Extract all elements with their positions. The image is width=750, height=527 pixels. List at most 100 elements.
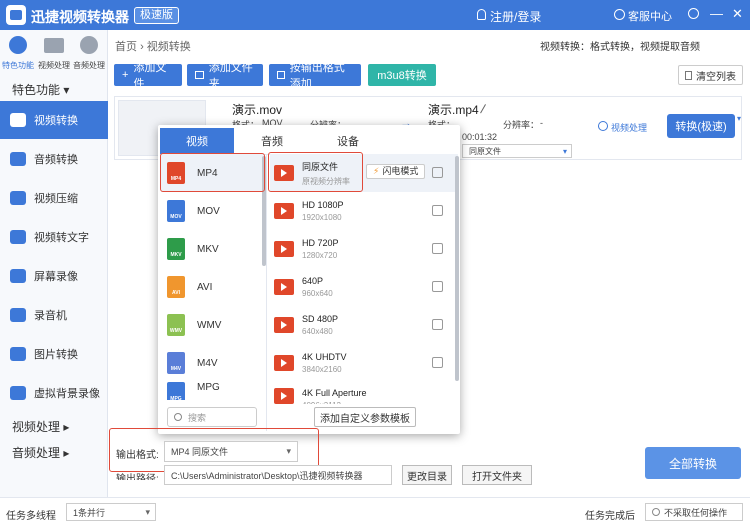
sidebar-item-video-to-text[interactable]: 视频转文字 bbox=[0, 218, 108, 256]
quality-item-480p[interactable]: SD 480P 640x480 bbox=[270, 306, 450, 344]
sidebar-item-virtual-bg[interactable]: 虚拟背景录像 bbox=[0, 374, 108, 412]
original-highlight bbox=[268, 152, 363, 192]
output-path-input[interactable]: C:\Users\Administrator\Desktop\迅捷视频转换器 bbox=[164, 465, 392, 485]
sidebar-item-screen-record[interactable]: 屏幕录像 bbox=[0, 257, 108, 295]
tab-device[interactable]: 设备 bbox=[310, 128, 386, 154]
edit-icon[interactable] bbox=[432, 205, 443, 216]
chevron-down-icon: ▾ bbox=[562, 146, 567, 156]
format-item-mov[interactable]: MOV MOV bbox=[161, 192, 264, 230]
film-strip-icon[interactable] bbox=[44, 38, 64, 53]
quality-item-720p[interactable]: HD 720P 1280x720 bbox=[270, 230, 450, 268]
chevron-right-icon: ▸ bbox=[63, 420, 70, 434]
plus-icon: + bbox=[122, 69, 129, 81]
chevron-down-icon: ▾ bbox=[145, 506, 150, 517]
format-item-avi[interactable]: AVI AVI bbox=[161, 268, 264, 306]
microphone-icon bbox=[10, 308, 26, 322]
add-folder-button[interactable]: 添加文件夹 bbox=[187, 62, 263, 90]
audio-process-tool-label[interactable]: 音频处理 bbox=[71, 60, 107, 71]
tab-video[interactable]: 视频 bbox=[160, 128, 234, 154]
mp4-highlight bbox=[160, 153, 265, 192]
video-convert-icon bbox=[10, 113, 26, 127]
quality-scrollbar[interactable] bbox=[455, 156, 459, 381]
login-link[interactable]: 注册/登录 bbox=[490, 8, 541, 25]
quality-item-640p[interactable]: 640P 960x640 bbox=[270, 268, 450, 306]
quality-item-4k-full[interactable]: 4K Full Aperture4096x3112 bbox=[270, 382, 450, 404]
convert-all-button[interactable]: 全部转换 bbox=[645, 447, 741, 479]
scissors-icon bbox=[598, 121, 608, 131]
add-file-button[interactable]: + 添加文件 bbox=[114, 62, 182, 90]
edit-icon[interactable] bbox=[432, 319, 443, 330]
quality-select[interactable]: 同原文件 ▾ bbox=[462, 144, 572, 158]
source-file-name: 演示.mov bbox=[232, 103, 283, 117]
edit-icon[interactable] bbox=[432, 167, 443, 178]
app-logo-icon bbox=[6, 5, 26, 25]
audio-convert-icon bbox=[10, 152, 26, 166]
after-task-select[interactable]: 不采取任何操作 bbox=[645, 503, 743, 521]
more-icon[interactable]: ▾ bbox=[737, 114, 744, 138]
block-icon bbox=[652, 508, 660, 516]
sidebar-item-image-convert[interactable]: 图片转换 bbox=[0, 335, 108, 373]
video-process-tool-label[interactable]: 视频处理 bbox=[36, 60, 72, 71]
star-icon[interactable] bbox=[9, 36, 27, 54]
clear-list-button[interactable]: 清空列表 bbox=[678, 65, 743, 85]
convert-button[interactable]: 转换(极速) bbox=[667, 114, 735, 138]
screen-record-icon bbox=[10, 269, 26, 283]
m3u8-convert-button[interactable]: m3u8转换 bbox=[368, 64, 436, 86]
mov-file-icon: MOV bbox=[167, 200, 185, 222]
quality-item-4k-uhdtv[interactable]: 4K UHDTV 3840x2160 bbox=[270, 344, 450, 382]
sidebar-item-video-convert[interactable]: 视频转换 bbox=[0, 101, 108, 139]
text-icon bbox=[10, 230, 26, 244]
format-item-wmv[interactable]: WMV WMV bbox=[161, 306, 264, 344]
format-item-mkv[interactable]: MKV MKV bbox=[161, 230, 264, 268]
open-folder-button[interactable]: 打开文件夹 bbox=[462, 465, 532, 485]
format-item-mpg[interactable]: MPG MPG bbox=[161, 382, 264, 400]
output-format-select[interactable]: MP4 同原文件 ▾ bbox=[164, 441, 298, 462]
edit-icon[interactable] bbox=[432, 243, 443, 254]
menu-icon[interactable] bbox=[688, 8, 699, 19]
film-icon bbox=[274, 317, 294, 333]
virtual-bg-icon bbox=[10, 386, 26, 400]
breadcrumb: 首页 › 视频转换 bbox=[115, 41, 191, 53]
output-res: - bbox=[540, 118, 543, 128]
format-item-m4v[interactable]: M4V M4V bbox=[161, 344, 264, 382]
section-audio-process[interactable]: 音频处理 ▸ bbox=[12, 444, 69, 461]
tab-audio[interactable]: 音频 bbox=[234, 128, 310, 154]
video-process-link[interactable]: 视频处理 bbox=[611, 121, 647, 134]
minimize-button[interactable]: — bbox=[710, 6, 723, 22]
search-icon bbox=[174, 413, 182, 421]
breadcrumb-current: 视频转换 bbox=[146, 41, 191, 53]
multithread-label: 任务多线程 bbox=[6, 511, 56, 522]
breadcrumb-home[interactable]: 首页 bbox=[115, 41, 137, 53]
quality-item-1080p[interactable]: HD 1080P 1920x1080 bbox=[270, 192, 450, 230]
sidebar-item-audio-convert[interactable]: 音频转换 bbox=[0, 140, 108, 178]
wmv-file-icon: WMV bbox=[167, 314, 185, 336]
music-icon[interactable] bbox=[80, 36, 98, 54]
search-input[interactable]: 搜索 bbox=[167, 407, 257, 427]
avi-file-icon: AVI bbox=[167, 276, 185, 298]
flash-mode-button[interactable]: ⚡ 闪电模式 bbox=[366, 164, 426, 179]
multithread-select[interactable]: 1条并行 ▾ bbox=[66, 503, 156, 521]
section-featured[interactable]: 特色功能 ▾ bbox=[12, 81, 69, 98]
service-center-link[interactable]: 客服中心 bbox=[628, 8, 672, 24]
chevron-down-icon: ▾ bbox=[63, 83, 70, 97]
close-button[interactable]: ✕ bbox=[732, 6, 743, 22]
add-by-format-button[interactable]: 按输出格式添加 bbox=[269, 62, 361, 90]
film-icon bbox=[274, 241, 294, 257]
mkv-file-icon: MKV bbox=[167, 238, 185, 260]
list-icon bbox=[277, 71, 285, 79]
sidebar-item-video-compress[interactable]: 视频压缩 bbox=[0, 179, 108, 217]
featured-tool-label[interactable]: 特色功能 bbox=[0, 60, 36, 71]
film-icon bbox=[274, 203, 294, 219]
edit-icon[interactable] bbox=[432, 281, 443, 292]
output-res-label: 分辨率： bbox=[503, 120, 540, 130]
edit-icon[interactable] bbox=[432, 357, 443, 368]
film-icon bbox=[274, 355, 294, 371]
sidebar-item-recorder[interactable]: 录音机 bbox=[0, 296, 108, 334]
change-directory-button[interactable]: 更改目录 bbox=[402, 465, 452, 485]
compress-icon bbox=[10, 191, 26, 205]
service-icon bbox=[614, 9, 625, 20]
add-custom-template-button[interactable]: 添加自定义参数模板 bbox=[314, 407, 416, 427]
film-icon bbox=[274, 388, 294, 404]
section-video-process[interactable]: 视频处理 ▸ bbox=[12, 418, 69, 435]
output-path-label: 输出路径: bbox=[116, 474, 159, 480]
